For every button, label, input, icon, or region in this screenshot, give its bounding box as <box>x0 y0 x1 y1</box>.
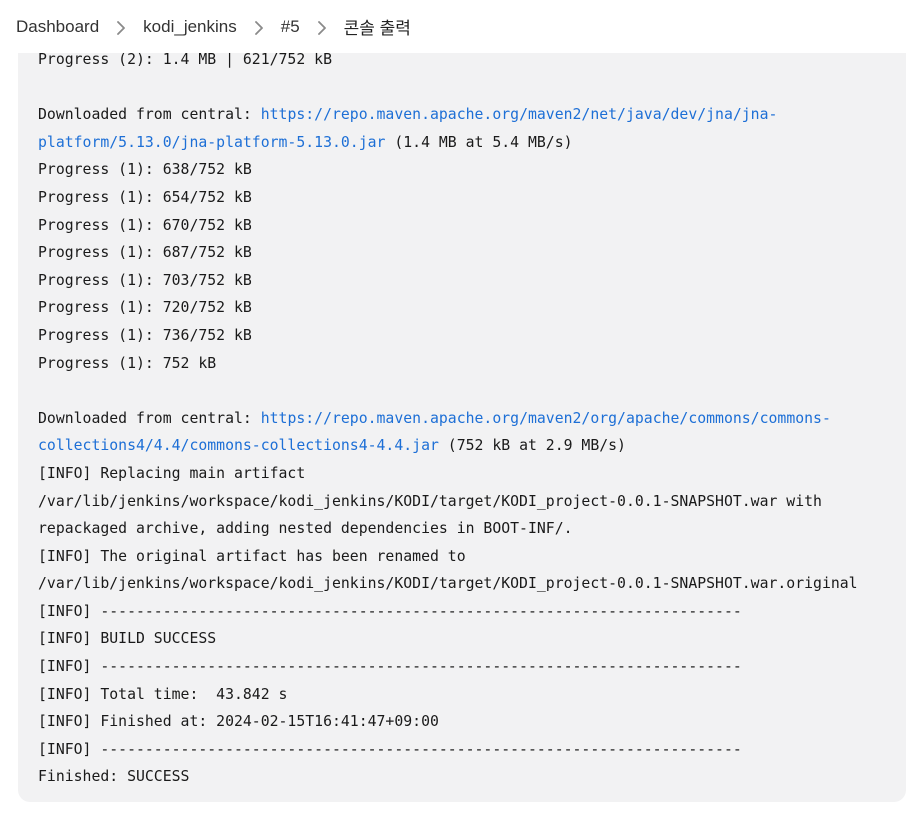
breadcrumb-job[interactable]: kodi_jenkins <box>143 13 237 41</box>
breadcrumb-build[interactable]: #5 <box>281 13 300 41</box>
breadcrumb-console-output: 콘솔 출력 <box>343 19 411 38</box>
console-line: [INFO] Replacing main artifact <box>38 464 306 482</box>
breadcrumb-dashboard[interactable]: Dashboard <box>16 13 99 41</box>
console-line: Progress (1): 670/752 kB <box>38 216 252 234</box>
artifact-download-link[interactable]: https://repo.maven.apache.org/maven2/org… <box>261 410 831 427</box>
console-line-prefix: Downloaded from central: <box>38 409 261 427</box>
console-line: /var/lib/jenkins/workspace/kodi_jenkins/… <box>38 492 822 510</box>
console-line: Progress (1): 638/752 kB <box>38 161 252 179</box>
console-line: [INFO] Total time: 43.842 s <box>38 685 288 703</box>
artifact-download-link[interactable]: https://repo.maven.apache.org/maven2/net… <box>261 106 778 123</box>
chevron-right-icon <box>99 17 143 36</box>
console-line: /var/lib/jenkins/workspace/kodi_jenkins/… <box>38 575 858 593</box>
console-output-panel: Progress (2): 1.4 MB | 621/752 kB Downlo… <box>18 20 906 802</box>
console-page: Dashboard kodi_jenkins #5 콘솔 출력 Progress… <box>0 0 916 821</box>
console-line: [INFO] ---------------------------------… <box>38 740 742 758</box>
console-line: Progress (1): 736/752 kB <box>38 326 252 344</box>
console-line: [INFO] BUILD SUCCESS <box>38 630 217 648</box>
console-line-suffix: (1.4 MB at 5.4 MB/s) <box>385 133 573 151</box>
chevron-right-icon <box>237 17 281 36</box>
console-line: Progress (1): 654/752 kB <box>38 188 252 206</box>
console-line: Progress (1): 703/752 kB <box>38 271 252 289</box>
artifact-download-link[interactable]: collections4/4.4/commons-collections4-4.… <box>38 437 439 454</box>
console-line: Progress (1): 720/752 kB <box>38 299 252 317</box>
console-line: Downloaded from central: https://repo.ma… <box>38 101 898 129</box>
console-line-prefix: Downloaded from central: <box>38 106 261 124</box>
chevron-right-icon <box>300 17 344 36</box>
console-output-text: Progress (2): 1.4 MB | 621/752 kB Downlo… <box>38 46 898 791</box>
breadcrumb: Dashboard kodi_jenkins #5 콘솔 출력 <box>0 0 916 53</box>
console-line: repackaged archive, adding nested depend… <box>38 520 573 538</box>
console-line-suffix: (752 kB at 2.9 MB/s) <box>438 437 626 455</box>
console-line: Progress (1): 687/752 kB <box>38 244 252 262</box>
console-line: Progress (1): 752 kB <box>38 354 217 372</box>
artifact-download-link[interactable]: platform/5.13.0/jna-platform-5.13.0.jar <box>38 134 385 151</box>
console-line: Finished: SUCCESS <box>38 768 190 786</box>
console-line: collections4/4.4/commons-collections4-4.… <box>38 432 898 460</box>
console-line: [INFO] ---------------------------------… <box>38 658 742 676</box>
console-line: [INFO] The original artifact has been re… <box>38 547 466 565</box>
console-line: platform/5.13.0/jna-platform-5.13.0.jar … <box>38 129 898 157</box>
console-line: Downloaded from central: https://repo.ma… <box>38 405 898 433</box>
console-line: [INFO] Finished at: 2024-02-15T16:41:47+… <box>38 713 439 731</box>
console-line: [INFO] ---------------------------------… <box>38 602 742 620</box>
